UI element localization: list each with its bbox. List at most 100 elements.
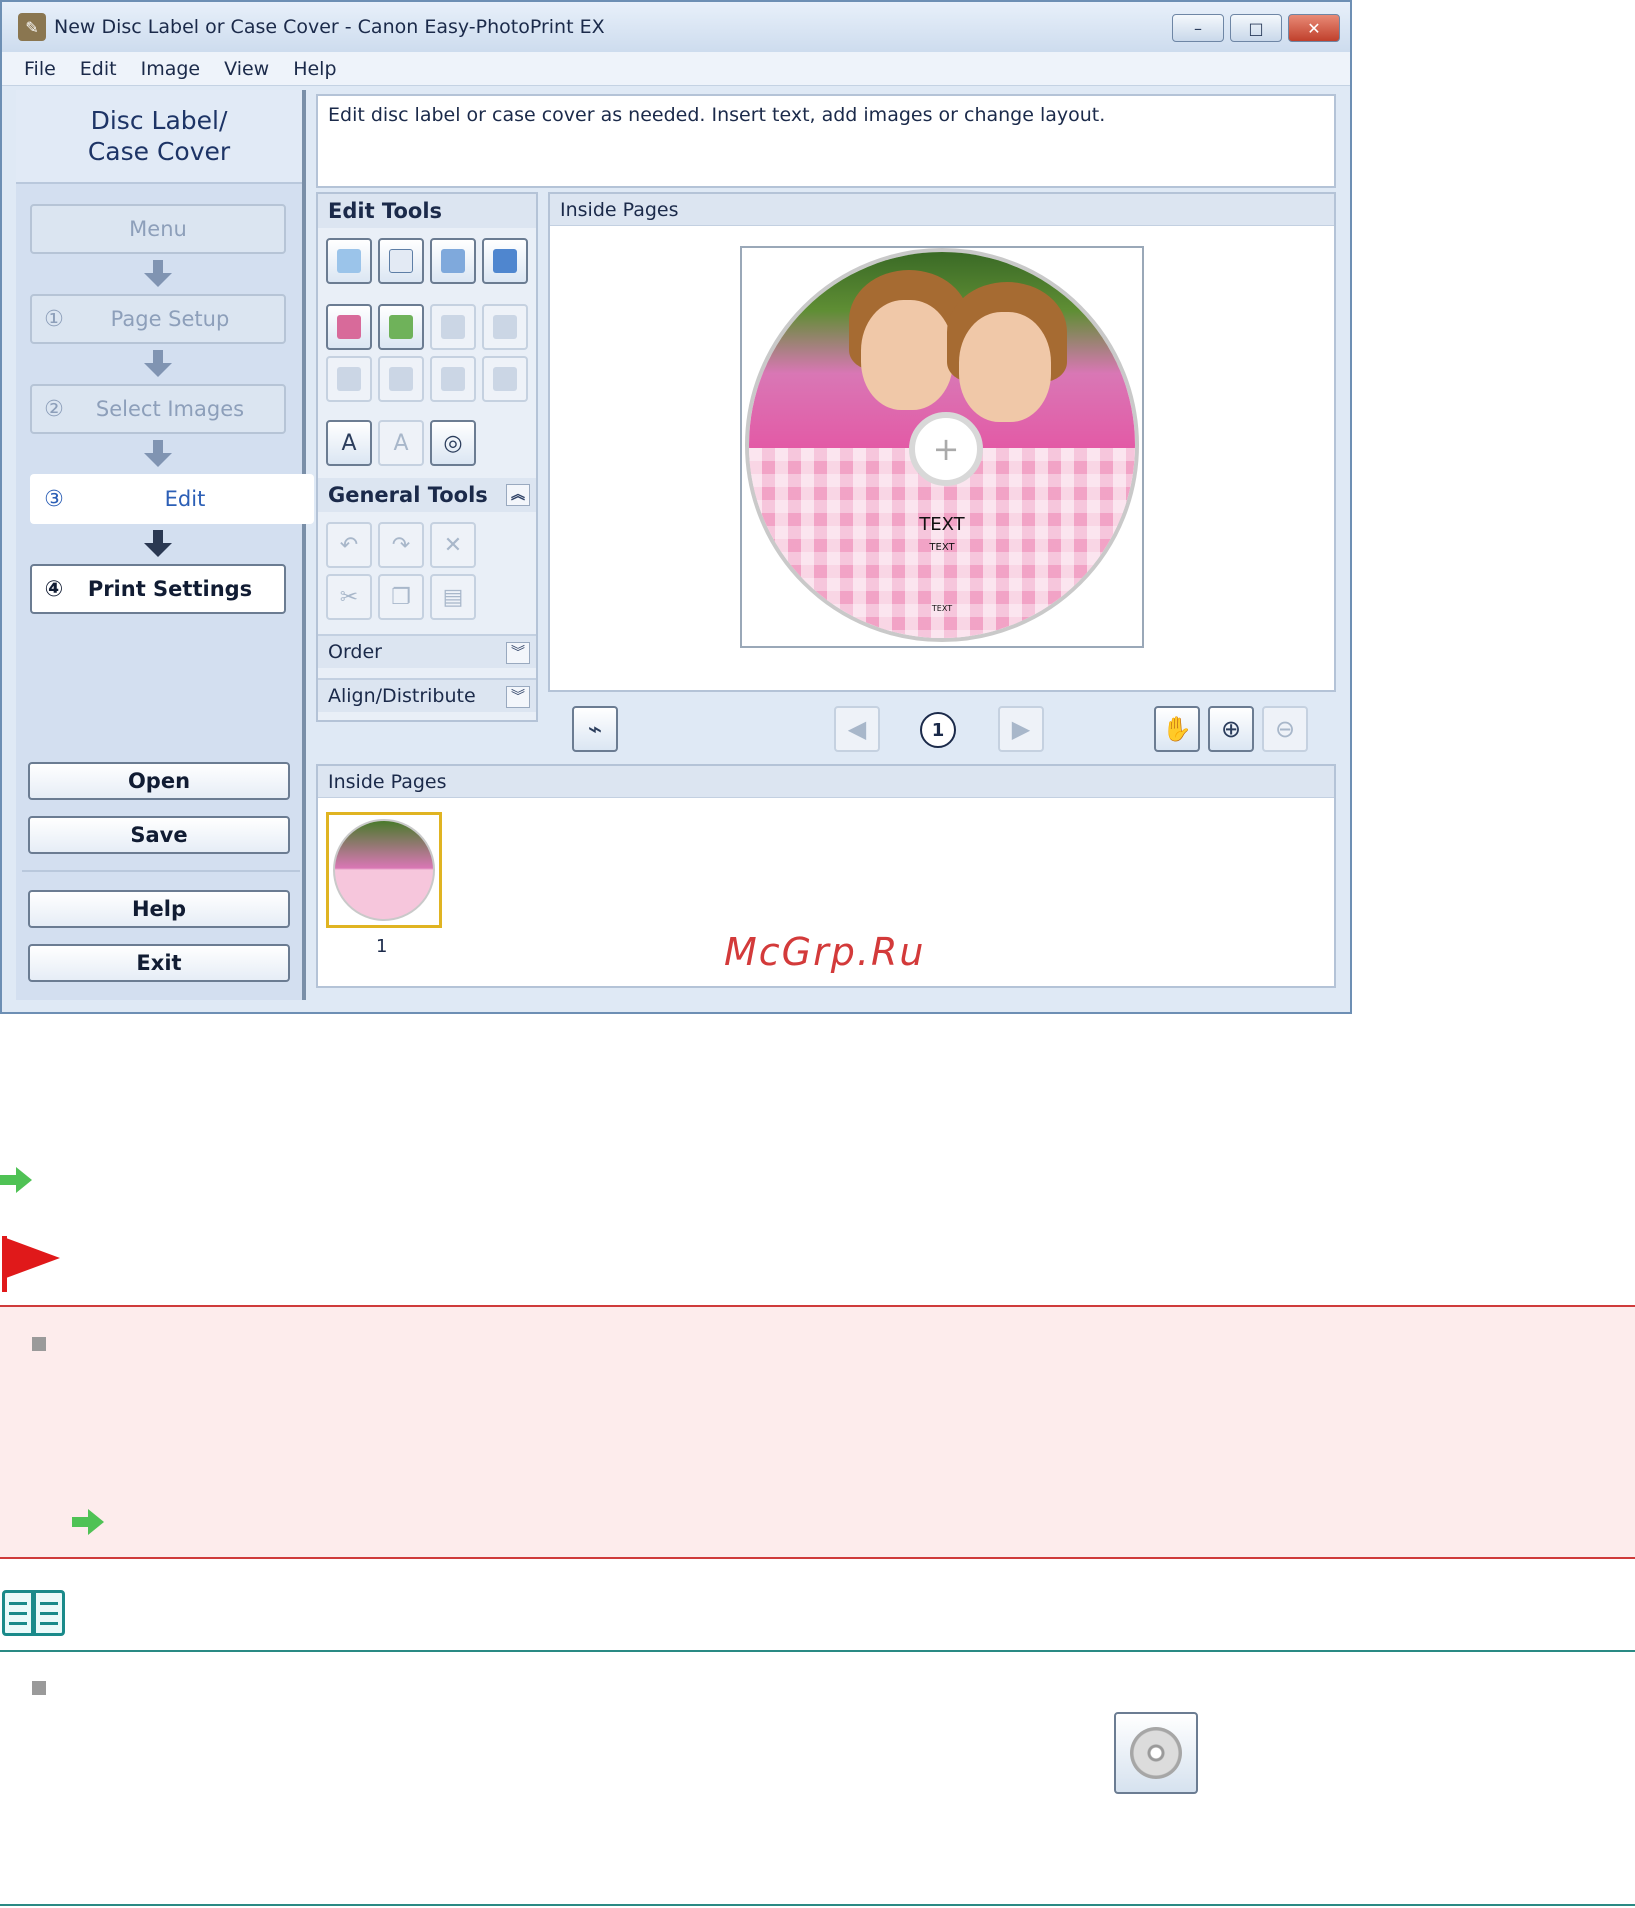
green-arrow-icon[interactable] [72, 1509, 106, 1535]
scissors-icon: ✂ [339, 584, 359, 610]
redo-icon: ↷ [391, 532, 411, 558]
panel-header: Disc Label/ Case Cover [16, 90, 302, 184]
previous-page-button[interactable]: ◀ [834, 706, 880, 752]
header-line-2: Case Cover [87, 137, 231, 166]
image-frame-icon [441, 315, 465, 339]
divider [22, 870, 300, 872]
open-button[interactable]: Open [28, 762, 290, 800]
fit-button[interactable] [378, 356, 424, 402]
step-select-images[interactable]: ② Select Images [30, 384, 286, 434]
step-page-setup[interactable]: ① Page Setup [30, 294, 286, 344]
menu-image[interactable]: Image [141, 58, 201, 80]
zoom-out-icon: ⊖ [1274, 715, 1296, 743]
general-tools-label: General Tools [328, 483, 488, 507]
menu-bar: File Edit Image View Help [2, 52, 1350, 86]
crop-button[interactable] [326, 356, 372, 402]
edit-tools-heading: Edit Tools [318, 194, 536, 228]
help-button[interactable]: Help [28, 890, 290, 928]
menu-view[interactable]: View [224, 58, 269, 80]
thumbnail-title: Inside Pages [318, 766, 1334, 798]
image-frame-button[interactable] [430, 304, 476, 350]
note-divider [0, 1650, 1635, 1652]
image-correct-button[interactable] [378, 304, 424, 350]
image-edit-button[interactable] [326, 304, 372, 350]
rotate-button[interactable] [430, 356, 476, 402]
book-line [40, 1602, 58, 1605]
face [959, 312, 1051, 422]
app-icon: ✎ [18, 13, 46, 41]
red-flag-icon [2, 1236, 62, 1292]
menu-file[interactable]: File [24, 58, 56, 80]
zoom-out-button[interactable]: ⊖ [1262, 706, 1308, 752]
background-button[interactable] [482, 238, 528, 284]
exit-button[interactable]: Exit [28, 944, 290, 982]
layout-button[interactable] [430, 238, 476, 284]
expand-icon[interactable]: ︾ [506, 642, 530, 664]
align-label: Align/Distribute [328, 685, 476, 707]
paste-button[interactable]: ▤ [430, 574, 476, 620]
cut-button[interactable]: ✂ [326, 574, 372, 620]
add-image-icon [337, 249, 361, 273]
page-thumbnail[interactable] [326, 812, 442, 928]
bottom-divider [0, 1904, 1635, 1906]
page-number: 1 [920, 712, 956, 748]
disc-text-small[interactable]: TEXT [749, 604, 1135, 613]
step-menu[interactable]: Menu [30, 204, 286, 254]
expand-icon[interactable]: ︾ [506, 686, 530, 708]
step-label: Page Setup [110, 307, 230, 331]
save-button[interactable]: Save [28, 816, 290, 854]
step-edit[interactable]: ③ Edit [30, 474, 314, 524]
add-image-button[interactable] [326, 238, 372, 284]
vertical-text-icon: A [393, 430, 409, 456]
vertical-text-button[interactable]: A [378, 420, 424, 466]
align-heading[interactable]: Align/Distribute ︾ [318, 678, 536, 712]
delete-button[interactable]: ✕ [430, 522, 476, 568]
book-line [9, 1622, 27, 1625]
add-page-icon [389, 249, 413, 273]
maximize-button[interactable]: □ [1230, 14, 1282, 42]
window-title: New Disc Label or Case Cover - Canon Eas… [54, 16, 605, 38]
watermark: McGrp.Ru [724, 930, 926, 974]
copy-button[interactable]: ❐ [378, 574, 424, 620]
image-correct-icon [389, 315, 413, 339]
redo-button[interactable]: ↷ [378, 522, 424, 568]
image-replace-button[interactable] [482, 304, 528, 350]
step-number: ① [44, 306, 64, 332]
close-button[interactable]: ✕ [1288, 14, 1340, 42]
edit-canvas[interactable]: + TEXT TEXT TEXT [740, 246, 1144, 648]
bullet-icon [32, 1681, 46, 1695]
order-heading[interactable]: Order ︾ [318, 634, 536, 668]
disc-text-small[interactable]: TEXT [749, 542, 1135, 553]
disc-icon [1130, 1727, 1182, 1779]
circle-text-button[interactable]: ◎ [430, 420, 476, 466]
triangle-left-icon: ◀ [847, 715, 867, 743]
add-page-button[interactable] [378, 238, 424, 284]
book-line [9, 1602, 27, 1605]
minimize-button[interactable]: – [1172, 14, 1224, 42]
collapse-icon[interactable]: ︽ [506, 484, 530, 506]
thumbnail-disc [333, 819, 435, 921]
add-text-button[interactable]: A [326, 420, 372, 466]
copy-icon: ❐ [391, 584, 411, 610]
menu-help[interactable]: Help [293, 58, 336, 80]
filter-button[interactable] [482, 356, 528, 402]
zoom-in-button[interactable]: ⊕ [1208, 706, 1254, 752]
disc-label[interactable]: + TEXT TEXT TEXT [745, 248, 1139, 642]
face [861, 300, 953, 410]
undo-button[interactable]: ↶ [326, 522, 372, 568]
header-line-1: Disc Label/ [90, 106, 228, 135]
pan-button[interactable]: ✋ [1154, 706, 1200, 752]
step-print-settings[interactable]: ④ Print Settings [30, 564, 286, 614]
green-arrow-icon[interactable] [0, 1167, 34, 1193]
disc-text-large[interactable]: TEXT [749, 514, 1135, 535]
undo-icon: ↶ [339, 532, 359, 558]
menu-edit[interactable]: Edit [80, 58, 117, 80]
disc-button[interactable] [1114, 1712, 1198, 1794]
next-page-button[interactable]: ▶ [998, 706, 1044, 752]
print-area-button[interactable]: ⌁ [572, 706, 618, 752]
open-book-icon [2, 1590, 68, 1640]
book-line [40, 1622, 58, 1625]
image-edit-icon [337, 315, 361, 339]
delete-icon: ✕ [443, 532, 463, 558]
app-window: ✎ New Disc Label or Case Cover - Canon E… [0, 0, 1352, 1014]
